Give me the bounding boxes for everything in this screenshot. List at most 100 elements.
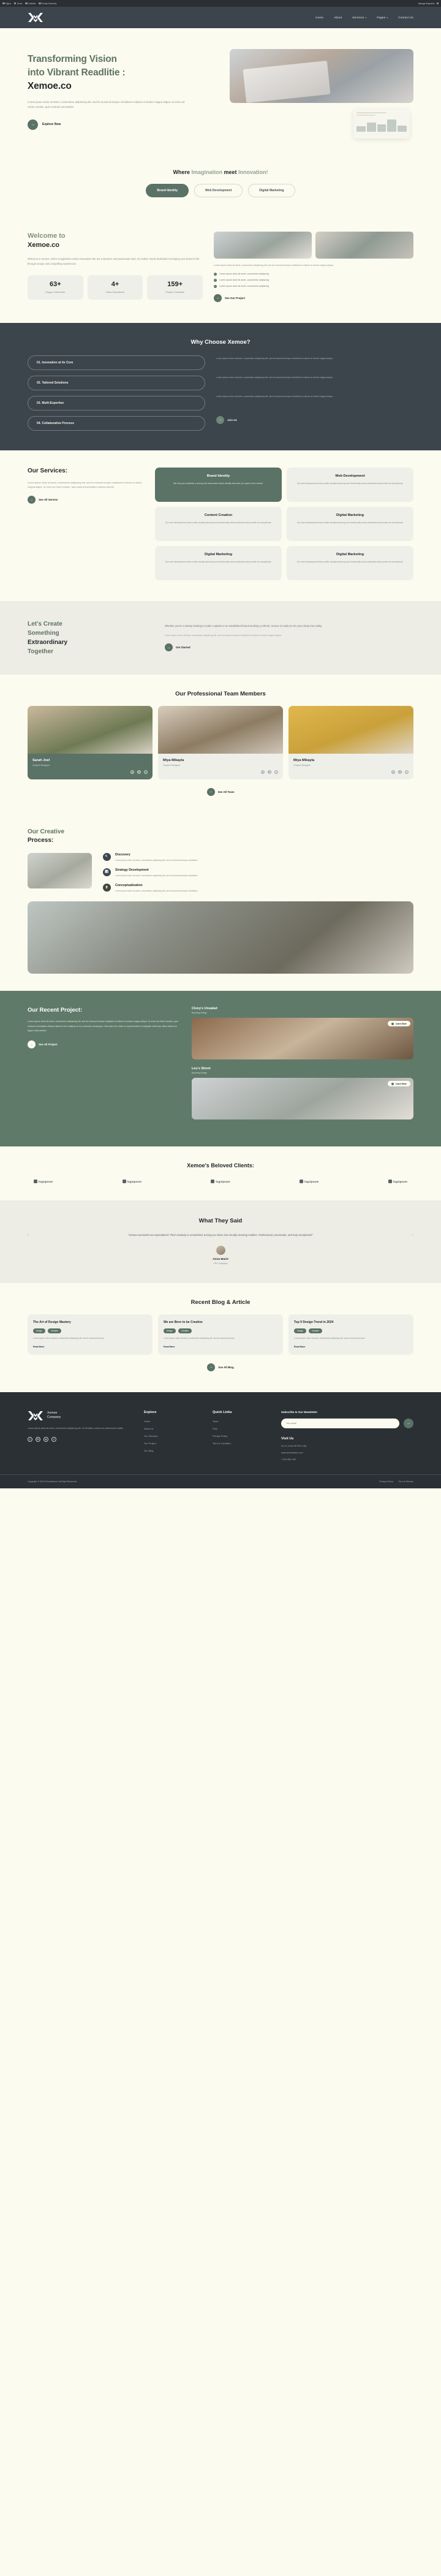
hero-copy: Transforming Vision into Vibrant Readlit… [28, 49, 217, 130]
stat-label: Happy Costumers [45, 290, 66, 294]
team-card-miya-1[interactable]: Miya Mikayla Grapich Designer ◉ Bē ◎ [158, 705, 283, 779]
team-card-miya-2[interactable]: Miya Mikayla Grapich Designer ◉ Bē ◎ [288, 705, 413, 779]
bookmark-3[interactable]: Envato Elements [39, 2, 56, 5]
footer-link-team[interactable]: Team [213, 1420, 269, 1423]
chevron-left-icon[interactable]: ‹ [28, 1233, 29, 1237]
dribbble-icon[interactable]: ◉ [43, 1436, 48, 1442]
nav-item-home[interactable]: Home [315, 16, 323, 19]
card-line [356, 112, 387, 113]
tab-digital-marketing[interactable]: Digital Marketing [248, 183, 295, 197]
see-all-service-button[interactable]: → See All Service [28, 496, 144, 504]
dribbble-icon[interactable]: ◉ [391, 770, 395, 774]
footer-link-about[interactable]: About us [144, 1427, 200, 1430]
bottom-link-privacy[interactable]: Privacy Policy [379, 1480, 393, 1483]
service-card-brand-identity[interactable]: Brand Identity We help you establish a s… [155, 467, 282, 502]
behance-icon[interactable]: Bē [398, 770, 402, 774]
bar [398, 125, 407, 132]
service-card-title: Digital Marketing [336, 552, 364, 556]
blog-card-1[interactable]: We are Born to be Creative Design Creati… [158, 1314, 283, 1355]
chevron-right-icon[interactable]: › [412, 1233, 413, 1237]
why-descriptions: Lorem ipsum dolor sit amet, consectetur … [216, 355, 413, 431]
bookmark-0[interactable]: Figma [2, 2, 11, 5]
project-clonys-unsalad[interactable]: Clony's Unsalad Branding Design Learn Mo… [192, 1007, 413, 1060]
dribbble-icon[interactable]: ◉ [261, 770, 265, 774]
instagram-icon[interactable]: ◎ [405, 770, 409, 774]
see-all-team-button[interactable]: → See All Team [28, 787, 413, 796]
service-card-digital-marketing-2[interactable]: Digital Marketing Our web development te… [155, 545, 282, 580]
favicon-icon [25, 2, 28, 5]
footer-link-project[interactable]: Our Project [144, 1442, 200, 1445]
browser-bookmarks-bar: Figma Home Dribbble Envato Elements Mana… [0, 0, 441, 7]
clients-section: Xemoe's Beloved Clients: logoipsum logoi… [0, 1146, 441, 1201]
arrow-right-icon: → [207, 1363, 216, 1371]
why-item-02[interactable]: 02. Tailored Solutions [28, 375, 205, 390]
get-started-button[interactable]: → Get Started [165, 643, 413, 652]
team-card-sarah-joel[interactable]: Sarah Joel Grapich Designer ◉ Bē ◎ [28, 705, 153, 779]
explore-now-label: Explore Now [42, 123, 61, 127]
blog-card-2[interactable]: Top 9 Design Trend in 2024 Design Creati… [288, 1314, 413, 1355]
service-card-digital-marketing[interactable]: Digital Marketing Our web development te… [287, 506, 413, 541]
bookmark-1[interactable]: Home [13, 2, 22, 5]
behance-icon[interactable]: Bē [36, 1436, 40, 1442]
footer-link-terms[interactable]: Term & Condition [213, 1442, 269, 1445]
tab-brand-identity[interactable]: Brand Identity [146, 183, 189, 197]
email-field[interactable] [281, 1418, 399, 1428]
nav-item-services[interactable]: Services ▾ [352, 16, 366, 19]
client-logo-label: logoipsum [127, 1180, 141, 1183]
visit-website[interactable]: www.domainsite.com [281, 1452, 413, 1454]
explore-now-button[interactable]: → Explore Now [28, 119, 217, 130]
footer-link-blog[interactable]: Our Blog [144, 1449, 200, 1452]
behance-icon[interactable]: Bē [137, 770, 141, 774]
project-leus-shoot[interactable]: Leu's Shoot Branding Design Learn More [192, 1067, 413, 1120]
bookmark-2[interactable]: Dribbble [25, 2, 36, 5]
see-all-team-label: See All Team [217, 790, 235, 794]
client-logo-0: logoipsum [34, 1180, 53, 1184]
read-more-link[interactable]: Read More [33, 1346, 147, 1348]
footer-link-privacy[interactable]: Privacy Policy [213, 1434, 269, 1438]
bottom-link-terms[interactable]: Term & Service [399, 1480, 413, 1483]
why-item-01[interactable]: 01. Innovation at its Core [28, 355, 205, 370]
service-card-digital-marketing-3[interactable]: Digital Marketing Our web development te… [287, 545, 413, 580]
footer-brand-name: Xemoe Company [47, 1411, 61, 1420]
why-choose-title: Why Choose Xemoe? [190, 338, 251, 346]
stat-number: 63+ [50, 280, 61, 288]
why-item-03[interactable]: 03. Multi-Expertise [28, 395, 205, 411]
see-all-project-button[interactable]: → See All Project [28, 1040, 181, 1049]
footer-link-faq[interactable]: FAQ [213, 1427, 269, 1430]
see-all-blog-button[interactable]: → See All Blog [28, 1363, 413, 1371]
recent-heading: Our Recent Project: [28, 1007, 83, 1014]
learn-more-pill[interactable]: Learn More [387, 1081, 410, 1087]
pinterest-icon[interactable]: ℗ [51, 1436, 56, 1442]
why-item-04[interactable]: 04. Collaborative Process [28, 415, 205, 431]
tab-web-development[interactable]: Web Development [194, 183, 243, 197]
bookmarks-right[interactable]: Manage Segments [418, 2, 439, 5]
read-more-link[interactable]: Read More [164, 1346, 277, 1348]
read-more-link[interactable]: Read More [294, 1346, 408, 1348]
dribbble-icon[interactable]: ◉ [130, 770, 134, 774]
service-card-web-development[interactable]: Web Development Our web development team… [287, 467, 413, 502]
see-our-project-button[interactable]: → See Our Project [214, 294, 413, 302]
instagram-icon[interactable]: ◎ [274, 770, 278, 774]
behance-icon[interactable]: Bē [268, 770, 271, 774]
join-us-button[interactable]: → Join Us [216, 415, 413, 424]
title-part-meet: meet [224, 169, 239, 175]
client-logo-4: logoipsum [388, 1180, 407, 1184]
service-card-content-creation[interactable]: Content Creation Our web development tea… [155, 506, 282, 541]
nav-item-about[interactable]: About [334, 16, 342, 19]
nav-item-pages[interactable]: Pages ▾ [377, 16, 388, 19]
learn-more-pill[interactable]: Learn More [387, 1021, 410, 1027]
footer-link-services[interactable]: Our Services [144, 1434, 200, 1438]
visit-phone[interactable]: +123-456-789 [281, 1458, 413, 1461]
instagram-icon[interactable]: ◎ [28, 1436, 32, 1442]
check-item: ✓ Lorem ipsum dolor sit amet, consectetur… [214, 272, 413, 276]
service-card-title: Digital Marketing [204, 552, 233, 556]
nav-item-contact[interactable]: Contact Us [398, 16, 413, 19]
avatar [216, 1245, 225, 1255]
footer-link-home[interactable]: Home [144, 1420, 200, 1423]
newsletter-submit-button[interactable]: → [404, 1418, 413, 1428]
instagram-icon[interactable]: ◎ [144, 770, 148, 774]
logo[interactable] [28, 12, 43, 23]
process-wide-image [28, 901, 413, 974]
blog-card-0[interactable]: The Art of Design Mastery Design Creativ… [28, 1314, 153, 1355]
site-footer: Xemoe Company Lorem ipsum dolor sit amet… [0, 1392, 441, 1474]
